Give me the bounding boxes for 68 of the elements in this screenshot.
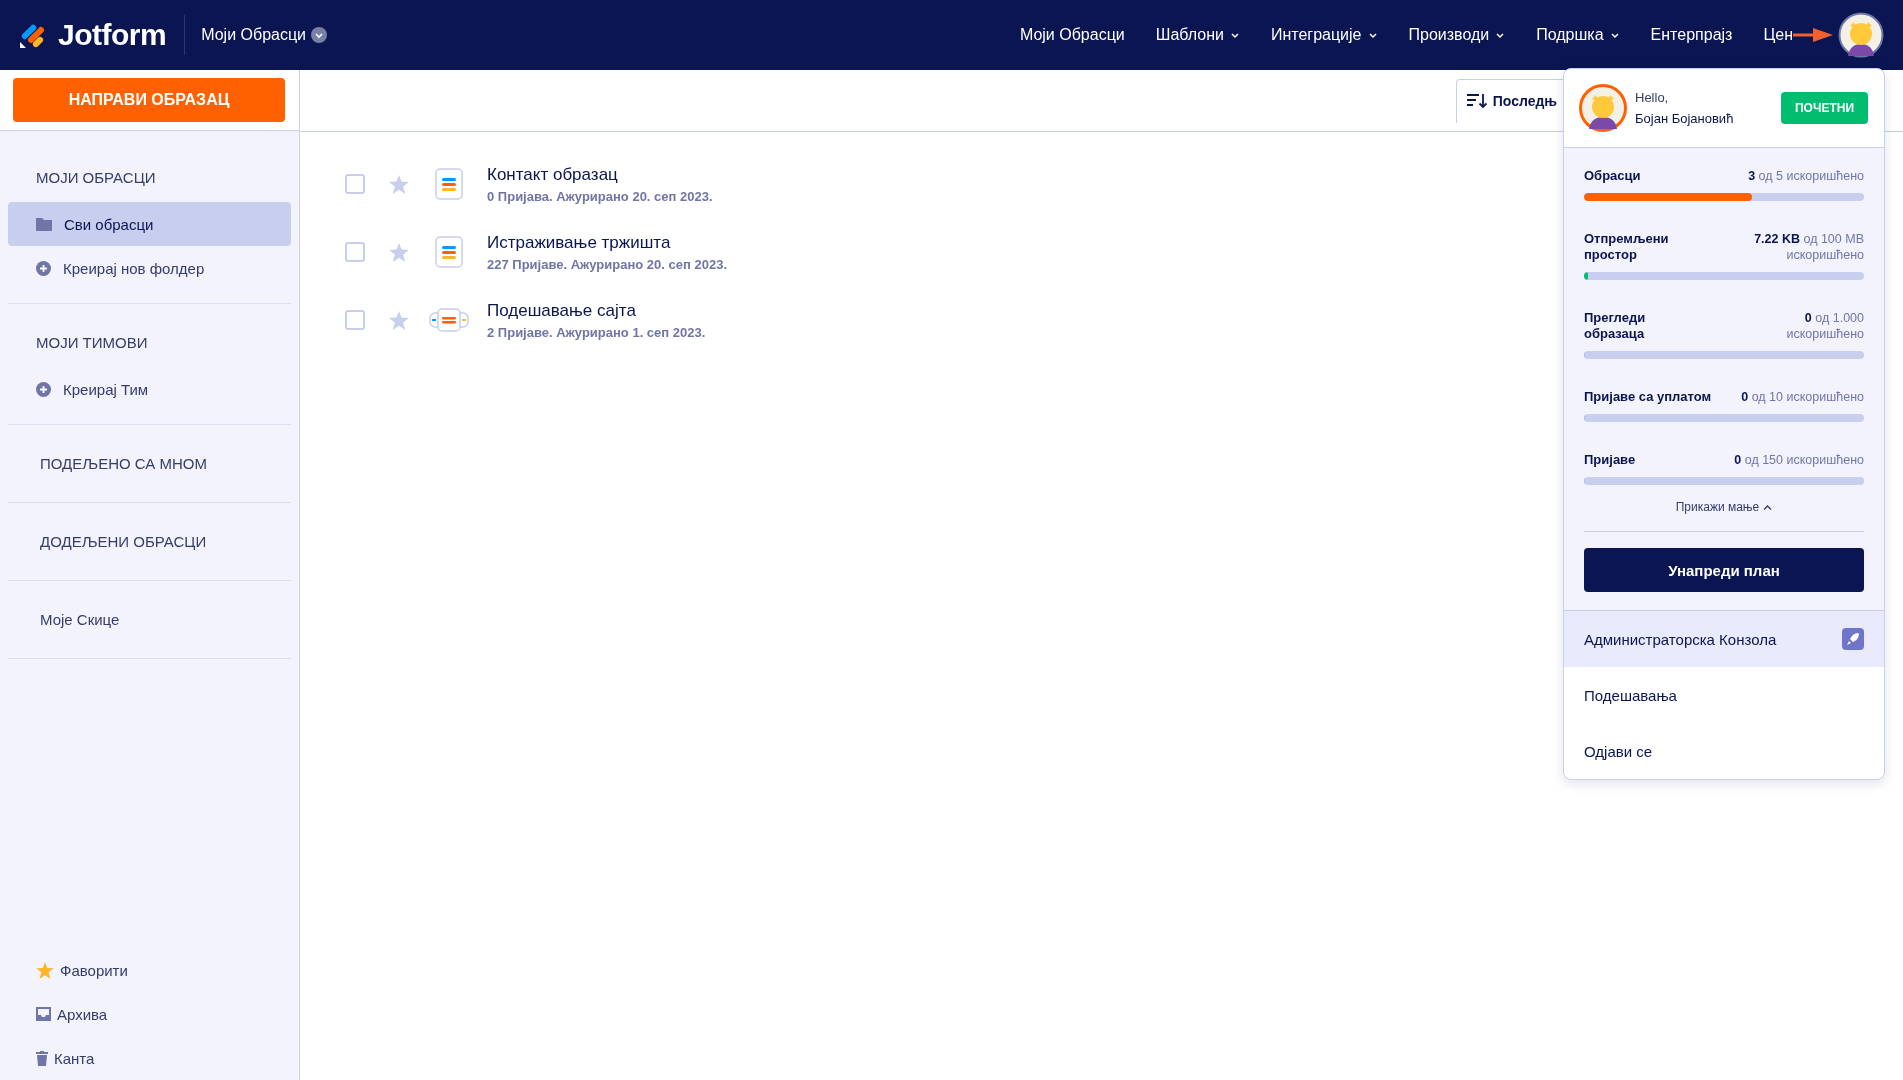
star-icon[interactable]	[389, 242, 409, 262]
star-icon	[36, 961, 54, 979]
nav-link[interactable]: Цен	[1763, 26, 1793, 44]
app-icon	[429, 308, 469, 332]
usage-label: Обрасци	[1584, 168, 1642, 184]
usage-value: 0 од 150 искоришћено	[1734, 452, 1864, 468]
star-icon[interactable]	[389, 174, 409, 194]
usage-value: 3 од 5 искоришћено	[1748, 168, 1864, 184]
sidebar-item[interactable]: Архива	[36, 992, 299, 1036]
checkbox[interactable]	[345, 174, 365, 194]
nav-link[interactable]: Интеграције	[1270, 26, 1378, 44]
nav-link[interactable]: Ентерпрајз	[1650, 26, 1733, 44]
form-title[interactable]: Контакт образац	[487, 164, 713, 185]
user-name: Бојан Бојановић	[1635, 111, 1735, 126]
avatar[interactable]	[1838, 12, 1884, 58]
upgrade-button[interactable]: Унапреди план	[1584, 548, 1864, 592]
logo-text[interactable]: Jotform	[58, 18, 167, 52]
checkbox[interactable]	[345, 310, 365, 330]
folder-icon	[36, 217, 52, 231]
nav-link[interactable]: Моји Обрасци	[1019, 26, 1125, 44]
menu-item[interactable]: Подешавања	[1564, 667, 1884, 723]
caret-icon	[1367, 30, 1378, 40]
inbox-icon	[36, 1007, 51, 1021]
caret-icon	[1763, 503, 1773, 511]
nav-link[interactable]: Шаблони	[1155, 26, 1240, 44]
sidebar-item[interactable]: Канта	[36, 1036, 299, 1080]
menu-item[interactable]: Одјави се	[1564, 723, 1884, 779]
caret-icon	[311, 27, 328, 43]
greeting: Hello,	[1635, 90, 1670, 105]
usage-label: Пријаве	[1584, 452, 1637, 468]
usage-value: 0 од 1.000 искоришћено	[1785, 310, 1864, 342]
section-title: МОЈИ ТИМОВИ	[35, 334, 149, 351]
sidebar-item[interactable]: Сви обрасци	[8, 202, 291, 246]
show-less-link[interactable]: Прикажи мање	[1669, 499, 1779, 515]
section-title[interactable]: ПОДЕЉЕНО СА МНОМ	[8, 455, 291, 472]
form-title[interactable]: Подешавање сајта	[487, 300, 706, 321]
form-title[interactable]: Истраживање тржишта	[487, 232, 727, 253]
usage-value: 7.22 KB од 100 MB искоришћено	[1753, 231, 1864, 263]
usage-label: Отпремљени простор	[1584, 231, 1670, 263]
trash-icon	[36, 1050, 48, 1066]
sidebar-item[interactable]: Фаворити	[36, 948, 299, 992]
star-icon[interactable]	[389, 310, 409, 330]
usage-label: Пријаве са уплатом	[1584, 389, 1713, 405]
section-title[interactable]: Моје Скице	[8, 611, 291, 628]
workspace-dropdown[interactable]: Моји Обрасци	[201, 26, 328, 44]
sidebar-item[interactable]: Креирај Тим	[8, 367, 291, 411]
form-icon	[435, 168, 463, 200]
form-icon	[435, 236, 463, 268]
plus-icon	[36, 260, 51, 276]
section-title[interactable]: ДОДЕЉЕНИ ОБРАСЦИ	[8, 533, 291, 550]
nav-link[interactable]: Производи	[1408, 26, 1506, 44]
avatar	[1579, 84, 1627, 132]
form-meta: 2 Пријаве. Ажурирано 1. сеп 2023.	[487, 324, 706, 340]
section-title: МОЈИ ОБРАСЦИ	[35, 169, 157, 186]
usage-value: 0 од 10 искоришћено	[1741, 389, 1864, 405]
usage-label: Прегледи образаца	[1584, 310, 1647, 342]
sidebar-item[interactable]: Креирај нов фолдер	[8, 246, 291, 290]
form-meta: 0 Пријава. Ажурирано 20. сеп 2023.	[487, 188, 713, 204]
sort-icon	[1466, 93, 1487, 109]
checkbox[interactable]	[345, 242, 365, 262]
caret-icon	[1609, 30, 1620, 40]
nav-link[interactable]: Подршка	[1536, 26, 1620, 44]
caret-icon	[1495, 30, 1506, 40]
caret-icon	[1229, 30, 1240, 40]
plus-icon	[36, 381, 51, 397]
arrow	[1793, 28, 1833, 42]
form-meta: 227 Пријаве. Ажурирано 20. сеп 2023.	[487, 256, 727, 272]
menu-item[interactable]: Администраторска Конзола	[1564, 611, 1884, 667]
